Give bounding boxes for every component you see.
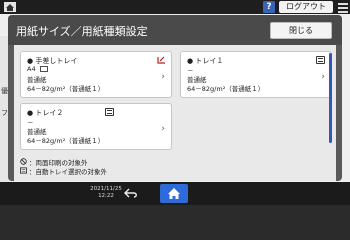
tray-card-2[interactable]: ● トレイ２ － 普通紙 64－82g/m²（普通紙１） › — [20, 103, 172, 150]
chevron-right-icon: › — [161, 72, 165, 82]
dialog-title: 用紙サイズ／用紙種類設定 — [16, 25, 148, 38]
chevron-right-icon: › — [321, 72, 325, 82]
tray-card-bypass[interactable]: ● 手差しトレイ A4 普通紙 64－82g/m²（普通紙１） › — [20, 51, 172, 98]
time-text: 12:22 — [98, 193, 114, 199]
home-icon — [168, 188, 180, 199]
help-button[interactable]: ? — [263, 1, 275, 13]
no-duplex-icon — [20, 158, 27, 165]
logout-button[interactable]: ログアウト — [279, 1, 333, 13]
tray-paper-size: A4 — [27, 65, 36, 73]
tray-paper-weight: 64－82g/m²（普通紙１） — [27, 85, 105, 93]
top-status-bar: ? ログアウト — [0, 0, 350, 14]
tray-paper-weight: 64－82g/m²（普通紙１） — [187, 85, 265, 93]
date-text: 2021/11/25 — [90, 186, 122, 192]
paper-settings-dialog: 用紙サイズ／用紙種類設定 閉じる ● 手差しトレイ A4 普通紙 64－82g/… — [8, 15, 342, 181]
tray-icon — [316, 56, 325, 64]
datetime: 2021/11/25 12:22 — [88, 186, 124, 200]
tray-card-1[interactable]: ● トレイ１ － 普通紙 64－82g/m²（普通紙１） › — [180, 51, 332, 98]
dialog-header: 用紙サイズ／用紙種類設定 閉じる — [8, 15, 342, 45]
tray-icon — [105, 108, 114, 116]
home-icon[interactable] — [4, 2, 16, 12]
background-label: フ — [1, 109, 8, 117]
close-button[interactable]: 閉じる — [270, 22, 332, 39]
chevron-right-icon: › — [161, 124, 165, 134]
menu-icon[interactable] — [338, 1, 348, 13]
back-icon[interactable] — [124, 188, 138, 198]
background-label: 優 — [1, 87, 8, 95]
screen: ? ログアウト 優 フ 用紙サイズ／用紙種類設定 閉じる ● 手差しトレイ A4 — [0, 0, 350, 205]
no-auto-tray-icon — [20, 167, 27, 174]
dialog-body: ● 手差しトレイ A4 普通紙 64－82g/m²（普通紙１） › ● トレイ１ — [14, 45, 336, 181]
legend-auto-tray-excluded: ：自動トレイ選択の対象外 — [29, 168, 107, 176]
tray-paper-weight: 64－82g/m²（普通紙１） — [27, 137, 105, 145]
bypass-tray-icon — [157, 56, 165, 64]
tray-size-row: A4 — [27, 65, 48, 73]
scrollbar[interactable] — [329, 53, 332, 143]
home-button[interactable] — [160, 184, 188, 203]
landscape-paper-icon — [39, 66, 48, 72]
